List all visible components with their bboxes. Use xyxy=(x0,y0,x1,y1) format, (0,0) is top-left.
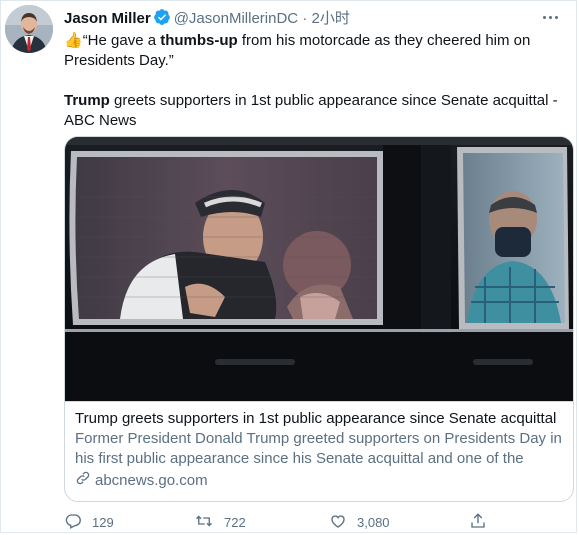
share-icon xyxy=(469,512,487,533)
author-handle[interactable]: @JasonMillerinDC xyxy=(174,10,298,27)
retweet-count: 722 xyxy=(224,514,246,530)
tweet-text-part: “He gave a xyxy=(82,32,161,49)
author-name[interactable]: Jason Miller xyxy=(64,10,151,27)
more-icon[interactable] xyxy=(538,9,562,25)
tweet-timestamp[interactable]: 2小时 xyxy=(311,10,349,27)
card-image xyxy=(65,137,573,401)
card-description: Former President Donald Trump greeted su… xyxy=(75,430,562,467)
separator-dot: · xyxy=(302,10,308,27)
like-icon xyxy=(329,512,347,533)
tweet-headline-line: Trump greets supporters in 1st public ap… xyxy=(64,91,564,131)
reply-button[interactable]: 129 xyxy=(64,512,114,533)
retweet-button[interactable]: 722 xyxy=(194,512,246,533)
tweet-actions: 129 722 3,080 xyxy=(64,511,504,533)
verified-badge-icon xyxy=(153,8,171,32)
tweet-text-bold: Trump xyxy=(64,92,110,109)
like-count: 3,080 xyxy=(357,514,390,530)
card-body: Trump greets supporters in 1st public ap… xyxy=(65,401,573,501)
card-domain[interactable]: abcnews.go.com xyxy=(75,470,563,492)
card-title[interactable]: Trump greets supporters in 1st public ap… xyxy=(75,409,563,429)
retweet-icon xyxy=(194,512,214,533)
tweet-text-bold: thumbs-up xyxy=(160,32,238,49)
card-domain-text: abcnews.go.com xyxy=(95,472,208,489)
avatar[interactable] xyxy=(5,5,53,53)
reply-count: 129 xyxy=(92,514,114,530)
link-icon xyxy=(75,470,91,492)
like-button[interactable]: 3,080 xyxy=(329,512,390,533)
tweet-text: 👍“He gave a thumbs-up from his motorcade… xyxy=(64,31,564,131)
tweet[interactable]: Jason Miller @JasonMillerinDC · 2小时 👍“He … xyxy=(0,0,577,533)
tweet-quote-line: 👍“He gave a thumbs-up from his motorcade… xyxy=(64,31,564,71)
link-card[interactable]: Trump greets supporters in 1st public ap… xyxy=(64,136,574,502)
thumbs-up-emoji: 👍 xyxy=(64,32,83,49)
reply-icon xyxy=(64,512,82,533)
share-button[interactable] xyxy=(469,512,487,533)
tweet-header: Jason Miller @JasonMillerinDC · 2小时 xyxy=(64,8,536,32)
tweet-text-part: greets supporters in 1st public appearan… xyxy=(64,92,558,129)
